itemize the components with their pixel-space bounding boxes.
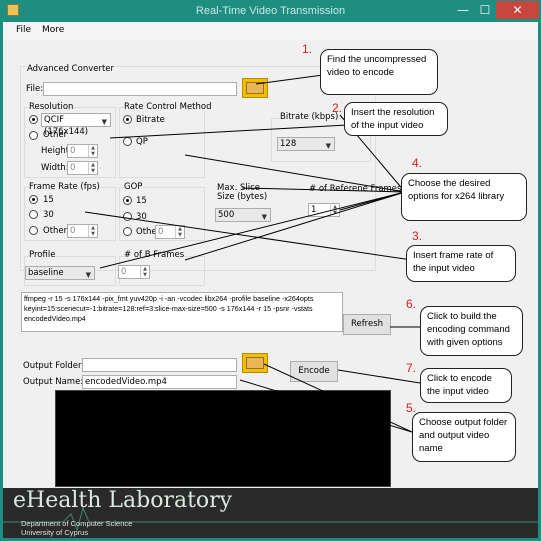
pointer-line-4f <box>184 191 406 261</box>
pointer-line-4b <box>241 187 406 193</box>
annotation-7-callout: Click to encode the input video <box>420 368 512 403</box>
annotation-1-callout: Find the uncompressed video to encode <box>320 49 438 95</box>
annotation-6-number: 6. <box>406 297 417 311</box>
pointer-line-1 <box>255 74 324 85</box>
annotation-4-callout: Choose the desired options for x264 libr… <box>401 173 527 221</box>
annotation-4-number: 4. <box>412 156 423 170</box>
annotation-3-number: 3. <box>412 229 423 243</box>
pointer-line-5a <box>263 363 413 433</box>
pointer-line-2 <box>109 124 348 139</box>
annotation-5-callout: Choose output folder and output video na… <box>412 412 516 462</box>
annotation-2-number: 2. <box>332 101 343 115</box>
pointer-line-4a <box>184 154 406 193</box>
pointer-line-4e <box>99 191 406 269</box>
annotation-3-callout: Insert frame rate of the input video <box>406 245 516 282</box>
pointer-line-5b <box>239 379 413 433</box>
annotation-2-callout: Insert the resolution of the input video <box>344 102 448 136</box>
annotation-7-number: 7. <box>406 361 417 375</box>
annotation-1-number: 1. <box>302 42 313 56</box>
annotation-6-callout: Click to build the encoding command with… <box>420 306 523 356</box>
pointer-line-3 <box>84 211 413 261</box>
